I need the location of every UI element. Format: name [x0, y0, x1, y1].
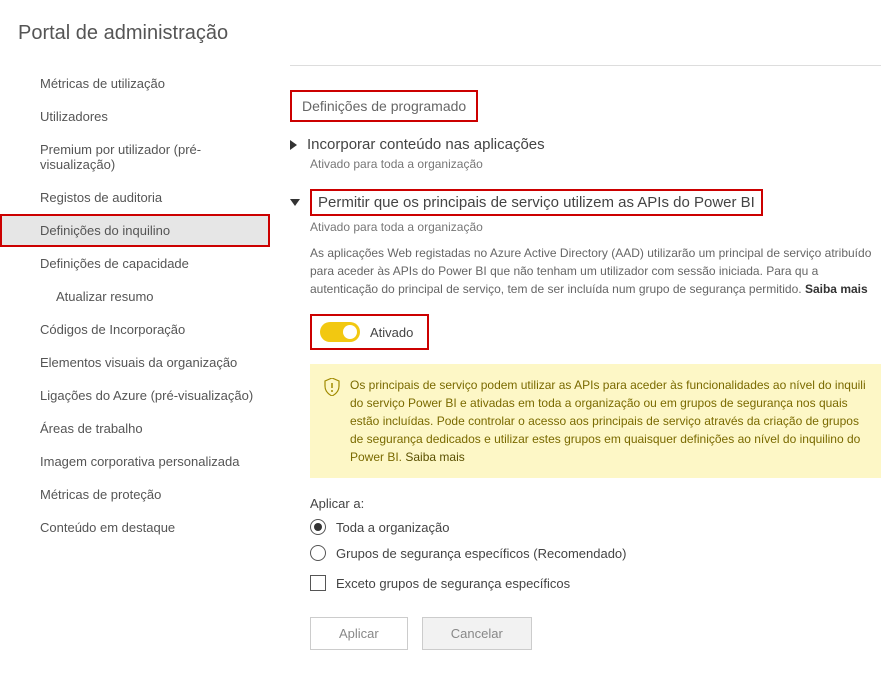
- sidebar-item-workspaces[interactable]: Áreas de trabalho: [0, 412, 270, 445]
- radio-specific-groups[interactable]: [310, 545, 326, 561]
- warning-learn-more-link[interactable]: Saiba mais: [405, 450, 464, 464]
- checkbox-label: Exceto grupos de segurança específicos: [336, 576, 570, 591]
- sidebar-item-tenant-settings[interactable]: Definições do inquilino: [0, 214, 270, 247]
- enabled-toggle[interactable]: [320, 322, 360, 342]
- checkbox-except-groups[interactable]: [310, 575, 326, 591]
- sidebar-item-featured-content[interactable]: Conteúdo em destaque: [0, 511, 270, 544]
- toggle-row: Ativado: [310, 314, 429, 350]
- apply-to-label: Aplicar a:: [310, 496, 881, 511]
- sidebar: Métricas de utilização Utilizadores Prem…: [0, 63, 270, 668]
- sidebar-item-org-visuals[interactable]: Elementos visuais da organização: [0, 346, 270, 379]
- radio-label: Toda a organização: [336, 520, 449, 535]
- sidebar-item-capacity-settings[interactable]: Definições de capacidade: [0, 247, 270, 280]
- toggle-label: Ativado: [370, 325, 413, 340]
- radio-row-entire-org[interactable]: Toda a organização: [310, 519, 881, 535]
- sidebar-item-audit-logs[interactable]: Registos de auditoria: [0, 181, 270, 214]
- learn-more-link[interactable]: Saiba mais: [805, 282, 868, 296]
- button-row: Aplicar Cancelar: [310, 617, 881, 650]
- section-header-developer-settings: Definições de programado: [290, 90, 478, 122]
- sidebar-item-embed-codes[interactable]: Códigos de Incorporação: [0, 313, 270, 346]
- setting-description: As aplicações Web registadas no Azure Ac…: [290, 244, 881, 298]
- setting-status: Ativado para toda a organização: [290, 220, 881, 234]
- sidebar-item-azure-connections[interactable]: Ligações do Azure (pré-visualização): [0, 379, 270, 412]
- toggle-knob: [343, 325, 357, 339]
- setting-title: Permitir que os principais de serviço ut…: [310, 189, 763, 216]
- sidebar-item-refresh-summary[interactable]: Atualizar resumo: [0, 280, 270, 313]
- warning-box: Os principais de serviço podem utilizar …: [310, 364, 881, 478]
- setting-title: Incorporar conteúdo nas aplicações: [307, 136, 545, 153]
- cancel-button[interactable]: Cancelar: [422, 617, 532, 650]
- setting-service-principals: Permitir que os principais de serviço ut…: [290, 189, 881, 650]
- setting-embed-content: Incorporar conteúdo nas aplicações Ativa…: [290, 136, 881, 171]
- setting-title-row[interactable]: Permitir que os principais de serviço ut…: [290, 189, 881, 216]
- checkbox-row-except-groups[interactable]: Exceto grupos de segurança específicos: [310, 575, 881, 591]
- sidebar-item-protection-metrics[interactable]: Métricas de proteção: [0, 478, 270, 511]
- setting-status: Ativado para toda a organização: [290, 157, 881, 171]
- caret-down-icon: [290, 199, 300, 206]
- divider: [290, 65, 881, 66]
- shield-warning-icon: [324, 378, 340, 466]
- setting-title-row[interactable]: Incorporar conteúdo nas aplicações: [290, 136, 881, 153]
- caret-right-icon: [290, 140, 297, 150]
- sidebar-item-users[interactable]: Utilizadores: [0, 100, 270, 133]
- sidebar-item-usage-metrics[interactable]: Métricas de utilização: [0, 67, 270, 100]
- sidebar-item-custom-branding[interactable]: Imagem corporativa personalizada: [0, 445, 270, 478]
- apply-to-section: Aplicar a: Toda a organização Grupos de …: [310, 496, 881, 591]
- main-content: Definições de programado Incorporar cont…: [270, 63, 881, 668]
- sidebar-item-premium-per-user[interactable]: Premium por utilizador (pré-visualização…: [0, 133, 270, 181]
- radio-entire-org[interactable]: [310, 519, 326, 535]
- radio-label: Grupos de segurança específicos (Recomen…: [336, 546, 627, 561]
- warning-text: Os principais de serviço podem utilizar …: [350, 376, 867, 466]
- radio-row-specific-groups[interactable]: Grupos de segurança específicos (Recomen…: [310, 545, 881, 561]
- page-title: Portal de administração: [0, 0, 881, 63]
- apply-button[interactable]: Aplicar: [310, 617, 408, 650]
